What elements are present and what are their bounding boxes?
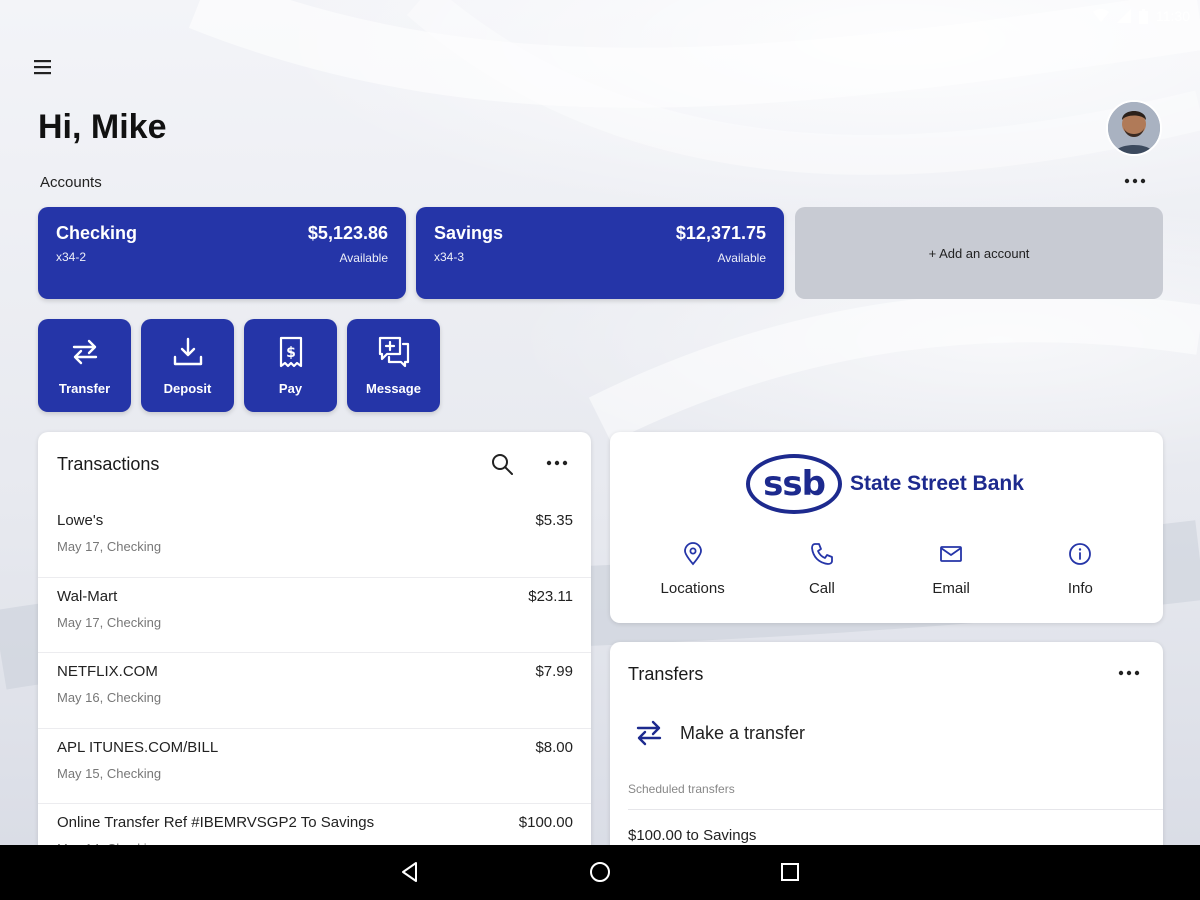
account-number: x34-2 — [56, 250, 87, 264]
account-balance: $5,123.86 — [307, 223, 388, 243]
avatar-image — [1108, 102, 1160, 154]
scheduled-transfers-label: Scheduled transfers — [628, 782, 735, 796]
pay-button[interactable]: $ Pay — [244, 319, 337, 412]
signal-icon — [1117, 9, 1131, 23]
user-avatar[interactable] — [1106, 100, 1162, 156]
transfers-title: Transfers — [628, 664, 704, 684]
search-icon[interactable] — [490, 452, 514, 476]
transaction-amount: $5.35 — [535, 512, 573, 529]
status-bar: 11:30 — [1000, 0, 1200, 32]
action-label: Pay — [278, 381, 303, 396]
transaction-merchant: Lowe's — [57, 512, 104, 529]
divider — [628, 809, 1163, 810]
battery-icon — [1139, 8, 1148, 24]
hamburger-menu-icon[interactable] — [32, 56, 54, 78]
bank-actions: Locations Call Email Info — [628, 542, 1145, 597]
recents-icon[interactable] — [778, 860, 802, 884]
system-navigation-bar — [0, 845, 1200, 900]
transactions-card: Transactions Lowe's May 17, Checking $5.… — [38, 432, 591, 862]
greeting-title: Hi, Mike — [38, 108, 167, 146]
wifi-icon — [1093, 9, 1109, 22]
location-pin-icon — [683, 542, 702, 566]
transaction-amount: $23.11 — [528, 587, 573, 605]
info-button[interactable]: Info — [1025, 542, 1135, 597]
account-balance: $12,371.75 — [675, 223, 766, 243]
transaction-merchant: APL ITUNES.COM/BILL — [57, 738, 219, 756]
message-icon — [378, 336, 409, 368]
transaction-amount: $7.99 — [535, 663, 573, 680]
transaction-merchant: Wal-Mart — [57, 587, 118, 605]
make-transfer-label: Make a transfer — [680, 722, 806, 743]
transaction-merchant: NETFLIX.COM — [57, 663, 158, 680]
make-transfer-button[interactable]: Make a transfer — [632, 716, 805, 750]
transactions-list: Lowe's May 17, Checking $5.35 Wal-Mart M… — [38, 502, 591, 862]
action-label: Message — [366, 381, 421, 396]
call-button[interactable]: Call — [767, 542, 877, 597]
locations-button[interactable]: Locations — [638, 542, 748, 597]
bank-logo-mark: ssb — [746, 454, 842, 514]
transfers-card: Transfers Make a transfer Scheduled tran… — [610, 642, 1163, 862]
svg-text:$: $ — [286, 345, 296, 361]
scheduled-transfer-item[interactable]: $100.00 to Savings — [628, 827, 756, 844]
deposit-icon — [173, 337, 202, 366]
add-account-button[interactable]: + Add an account — [795, 207, 1163, 299]
bank-info-card: ssb State Street Bank Locations Call Ema… — [610, 432, 1163, 623]
status-time: 11:30 — [1156, 8, 1190, 24]
info-icon — [1069, 543, 1092, 565]
balance-label: Available — [717, 251, 766, 265]
account-card-checking[interactable]: Checking x34-2 $5,123.86 Available — [38, 207, 406, 299]
bank-action-label: Email — [932, 580, 970, 597]
transaction-merchant: Online Transfer Ref #IBEMRVSGP2 To Savin… — [57, 814, 375, 831]
transaction-row[interactable]: NETFLIX.COM May 16, Checking $7.99 — [38, 653, 591, 729]
transaction-row[interactable]: APL ITUNES.COM/BILL May 15, Checking $8.… — [38, 729, 591, 804]
bank-action-label: Call — [808, 580, 835, 597]
bank-action-label: Info — [1067, 580, 1093, 597]
transaction-meta: May 16, Checking — [57, 690, 162, 705]
bank-name: State Street Bank — [850, 472, 1024, 495]
home-icon[interactable] — [588, 860, 612, 884]
pay-icon: $ — [279, 336, 302, 368]
accounts-label: Accounts — [40, 174, 102, 191]
balance-label: Available — [339, 251, 388, 265]
message-button[interactable]: Message — [347, 319, 440, 412]
deposit-button[interactable]: Deposit — [141, 319, 234, 412]
transaction-meta: May 17, Checking — [57, 614, 162, 630]
transfer-icon — [72, 339, 97, 365]
account-card-savings[interactable]: Savings x34-3 $12,371.75 Available — [416, 207, 784, 299]
account-number: x34-3 — [434, 250, 465, 264]
transaction-meta: May 15, Checking — [57, 765, 162, 781]
bank-action-label: Locations — [660, 580, 725, 597]
action-label: Deposit — [163, 381, 212, 396]
action-label: Transfer — [58, 381, 111, 396]
back-icon[interactable] — [398, 860, 422, 884]
transfers-more-icon[interactable] — [1116, 664, 1142, 682]
email-icon — [940, 546, 963, 562]
transaction-meta: May 17, Checking — [57, 539, 162, 554]
transactions-title: Transactions — [57, 454, 160, 474]
transactions-more-icon[interactable] — [544, 454, 570, 472]
transaction-amount: $8.00 — [535, 738, 573, 756]
transfer-icon — [636, 720, 662, 746]
bank-logo: ssb State Street Bank — [746, 454, 1024, 514]
transaction-row[interactable]: Wal-Mart May 17, Checking $23.11 — [38, 578, 591, 653]
email-button[interactable]: Email — [896, 542, 1006, 597]
transaction-row[interactable]: Lowe's May 17, Checking $5.35 — [38, 502, 591, 578]
transfer-button[interactable]: Transfer — [38, 319, 131, 412]
transaction-amount: $100.00 — [518, 814, 573, 831]
accounts-more-icon[interactable] — [1122, 172, 1148, 190]
phone-icon — [810, 543, 833, 565]
